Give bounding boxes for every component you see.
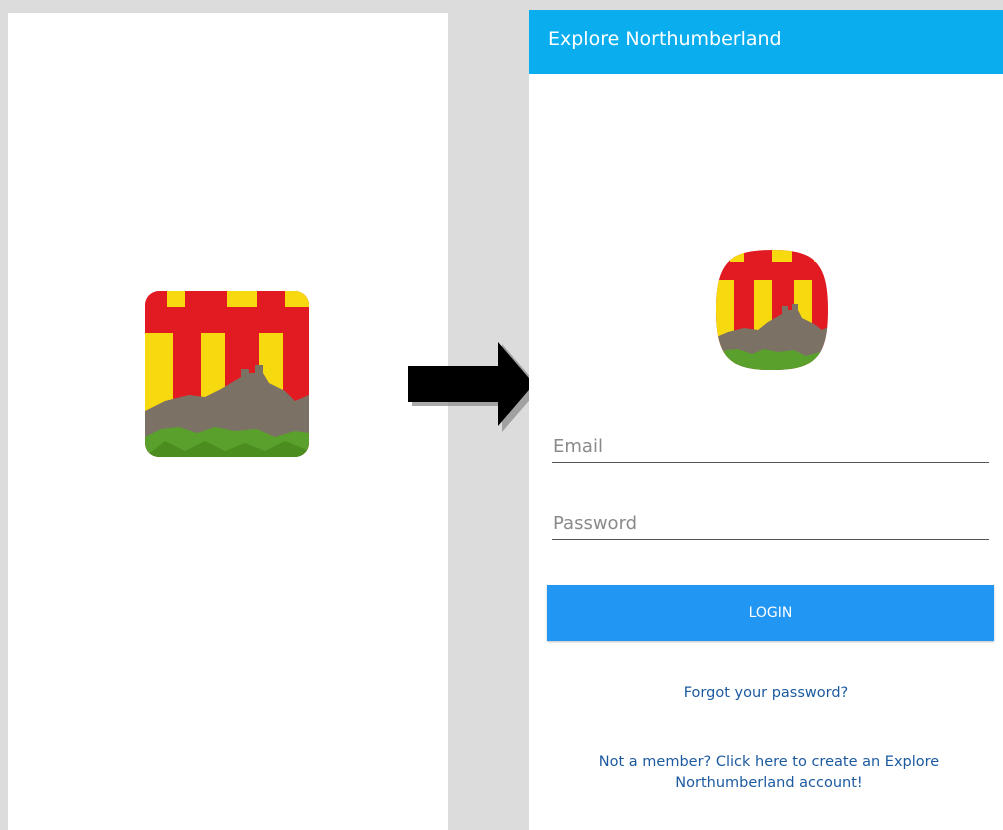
login-screen: Explore Northumberland Email Password LO… xyxy=(529,10,1003,830)
login-button[interactable]: LOGIN xyxy=(547,585,994,641)
splash-screen xyxy=(8,13,448,830)
password-field[interactable]: Password xyxy=(552,504,989,540)
forgot-password-link[interactable]: Forgot your password? xyxy=(529,685,1003,701)
app-bar: Explore Northumberland xyxy=(529,10,1003,74)
northumberland-flag-castle-icon xyxy=(714,248,830,372)
right-arrow-icon xyxy=(404,338,544,434)
create-account-link[interactable]: Not a member? Click here to create an Ex… xyxy=(569,752,969,794)
email-placeholder: Email xyxy=(553,436,603,457)
app-title: Explore Northumberland xyxy=(548,28,782,50)
northumberland-flag-castle-icon xyxy=(145,291,309,457)
email-field[interactable]: Email xyxy=(552,427,989,463)
password-placeholder: Password xyxy=(553,513,638,534)
